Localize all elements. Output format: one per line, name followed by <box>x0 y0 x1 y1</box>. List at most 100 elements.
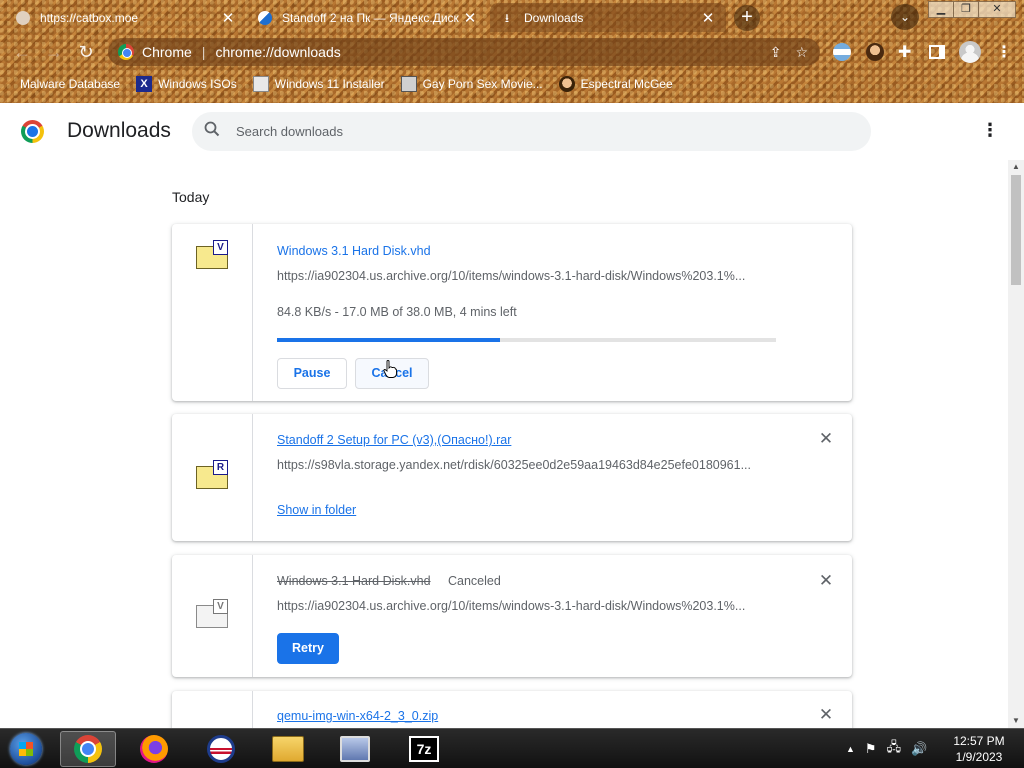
seven-zip-icon[interactable]: 7z <box>409 736 439 762</box>
bookmark-label: Windows ISOs <box>158 77 237 91</box>
x-logo-icon: X <box>136 76 153 92</box>
system-tray: ▲ ⚑ 🖧 🔊 <box>846 739 927 759</box>
close-icon[interactable]: ✕ <box>700 9 716 27</box>
reload-button[interactable]: ↻ <box>74 40 98 64</box>
profile-button[interactable] <box>959 41 981 63</box>
scroll-down-icon[interactable]: ▼ <box>1008 714 1024 728</box>
vhd-file-icon: V <box>196 599 228 629</box>
extension-avatar[interactable] <box>866 42 884 62</box>
file-url[interactable]: https://ia902304.us.archive.org/10/items… <box>277 269 774 283</box>
progress-status: 84.8 KB/s - 17.0 MB of 38.0 MB, 4 mins l… <box>277 305 517 319</box>
side-panel-button[interactable] <box>929 42 945 62</box>
file-url[interactable]: https://s98vla.storage.yandex.net/rdisk/… <box>277 458 774 472</box>
network-icon[interactable]: 🖧 <box>887 738 902 760</box>
avatar-icon <box>558 76 575 92</box>
extensions-button[interactable]: ✚ <box>898 42 911 62</box>
bookmark-malware-database[interactable]: Malware Database <box>20 77 120 91</box>
file-name-link[interactable]: Standoff 2 Setup for PC (v3),(Опасно!).r… <box>277 433 511 447</box>
new-tab-button[interactable]: + <box>734 5 760 31</box>
file-url[interactable]: https://ia902304.us.archive.org/10/items… <box>277 599 774 613</box>
taskbar-7zip[interactable]: 7z <box>396 731 452 767</box>
tab-strip: https://catbox.moe ✕ Standoff 2 на Пк — … <box>0 0 1024 34</box>
computer-icon[interactable] <box>340 736 370 762</box>
side-panel-icon[interactable] <box>929 45 945 59</box>
bookmarks-bar: Malware Database X Windows ISOs Windows … <box>0 70 1024 98</box>
scrollbar[interactable]: ▲ ▼ <box>1008 160 1024 728</box>
progress-bar <box>277 338 776 342</box>
computer-icon <box>400 76 417 92</box>
scrollbar-thumb[interactable] <box>1011 175 1021 285</box>
taskbar: 7z ▲ ⚑ 🖧 🔊 12:57 PM 1/9/2023 <box>0 728 1024 768</box>
taskbar-computer[interactable] <box>327 731 383 767</box>
volume-icon[interactable]: 🔊 <box>911 741 927 757</box>
scroll-up-icon[interactable]: ▲ <box>1008 160 1024 174</box>
tab-downloads[interactable]: ⭳ Downloads ✕ <box>490 3 726 32</box>
download-item: R Standoff 2 Setup for PC (v3),(Опасно!)… <box>172 414 852 541</box>
profile-icon[interactable] <box>959 41 981 63</box>
puzzle-icon[interactable]: ✚ <box>898 42 911 62</box>
action-center-flag-icon[interactable]: ⚑ <box>865 741 877 757</box>
avatar-extension-icon[interactable] <box>866 43 884 61</box>
file-name-link[interactable]: Windows 3.1 Hard Disk.vhd <box>277 244 431 258</box>
bookmark-windows-11-installer[interactable]: Windows 11 Installer <box>252 76 385 92</box>
taskbar-firefox[interactable] <box>126 731 182 767</box>
kebab-menu-icon[interactable]: ⋮ <box>996 42 1012 62</box>
bookmark-windows-isos[interactable]: X Windows ISOs <box>136 76 237 92</box>
search-icon[interactable] <box>192 121 232 142</box>
more-actions-icon[interactable]: ⋮ <box>980 121 1000 141</box>
tab-search-button[interactable]: ⌄ <box>891 4 919 30</box>
obama-logo-icon[interactable] <box>207 735 235 763</box>
file-icon-column: R <box>172 414 253 541</box>
clock-time: 12:57 PM <box>953 734 1005 748</box>
flag-extension-icon[interactable] <box>833 43 851 61</box>
download-icon: ⭳ <box>504 10 510 25</box>
window-close-button[interactable]: ✕ <box>978 1 1016 18</box>
pause-button[interactable]: Pause <box>277 358 347 389</box>
tab-title: Downloads <box>524 10 584 25</box>
close-icon[interactable]: ✕ <box>220 9 236 27</box>
browser-frame: https://catbox.moe ✕ Standoff 2 на Пк — … <box>0 0 1024 103</box>
bookmark-4[interactable]: Gay Porn Sex Movie... <box>400 76 543 92</box>
start-button[interactable] <box>6 730 46 768</box>
remove-from-list-icon[interactable]: ✕ <box>816 705 836 725</box>
file-icon-column: V <box>172 224 253 401</box>
download-item: qemu-img-win-x64-2_3_0.zip ✕ <box>172 691 852 728</box>
taskbar-chrome[interactable] <box>60 731 116 767</box>
downloads-page: Downloads ⋮ ▲ ▼ Today V Windows 3.1 Hard… <box>0 103 1024 728</box>
show-in-folder-link[interactable]: Show in folder <box>277 503 356 517</box>
retry-button[interactable]: Retry <box>277 633 339 664</box>
chrome-icon[interactable] <box>74 735 102 763</box>
chrome-logo-icon <box>21 120 44 143</box>
search-box[interactable] <box>192 112 871 151</box>
catbox-favicon-icon <box>16 10 30 25</box>
close-icon[interactable]: ✕ <box>462 9 478 27</box>
show-hidden-icons-icon[interactable]: ▲ <box>846 744 855 754</box>
search-input[interactable] <box>236 124 836 139</box>
section-title-today: Today <box>172 189 210 205</box>
restore-button[interactable]: ❐ <box>953 1 979 18</box>
taskbar-obama-logo[interactable] <box>193 731 249 767</box>
minimize-button[interactable]: ▁ <box>928 1 954 18</box>
share-icon[interactable]: ⇪ <box>770 44 782 61</box>
clock[interactable]: 12:57 PM 1/9/2023 <box>944 733 1014 765</box>
menu-button[interactable]: ⋮ <box>996 42 1012 62</box>
windows-start-orb-icon[interactable] <box>10 733 42 765</box>
extension-flag[interactable] <box>833 42 851 62</box>
download-item: V Windows 3.1 Hard Disk.vhd https://ia90… <box>172 224 852 401</box>
bookmark-espectral-mcgee[interactable]: Espectral McGee <box>558 76 673 92</box>
tab-catbox[interactable]: https://catbox.moe ✕ <box>6 3 246 32</box>
url-text[interactable]: chrome://downloads <box>215 44 340 60</box>
file-name-link[interactable]: qemu-img-win-x64-2_3_0.zip <box>277 709 438 723</box>
firefox-icon[interactable] <box>140 735 168 763</box>
back-button[interactable]: ← <box>10 40 34 64</box>
remove-from-list-icon[interactable]: ✕ <box>816 571 836 591</box>
bookmark-star-icon[interactable]: ☆ <box>795 44 808 61</box>
progress-bar-fill <box>277 338 501 342</box>
address-bar[interactable]: Chrome | chrome://downloads ⇪ ☆ <box>108 38 820 66</box>
folder-icon[interactable] <box>272 736 304 762</box>
tab-yandex-disk[interactable]: Standoff 2 на Пк — Яндекс.Диск ✕ <box>248 3 488 32</box>
remove-from-list-icon[interactable]: ✕ <box>816 429 836 449</box>
taskbar-file-explorer[interactable] <box>260 731 316 767</box>
separator: | <box>201 44 206 60</box>
forward-button[interactable]: → <box>42 40 66 64</box>
